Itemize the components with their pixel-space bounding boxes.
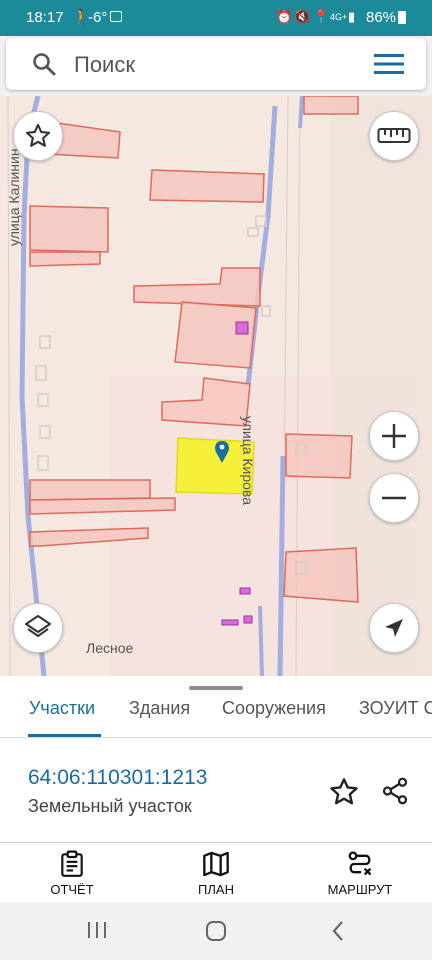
locate-icon: [385, 619, 403, 637]
street-label-kirova: улица Кирова: [240, 416, 256, 505]
back-icon[interactable]: [330, 920, 346, 947]
tab-zouit[interactable]: ЗОУИТ С: [359, 698, 432, 719]
status-bar: 18:17 🚶 -6° ⏰ 🔇 📍 4G+ ▮ 86%: [0, 0, 432, 36]
mute-icon: 🔇: [294, 9, 311, 24]
action-bar: ОТЧЁТ ПЛАН МАРШРУТ: [0, 844, 432, 902]
locate-button[interactable]: [369, 603, 419, 653]
sheet-divider: [0, 842, 432, 843]
report-label: ОТЧЁТ: [50, 882, 94, 897]
alarm-icon: ⏰: [276, 9, 293, 24]
parcel-favorite-button[interactable]: [328, 776, 360, 813]
route-icon: [348, 851, 372, 876]
status-temperature: -6°: [88, 9, 108, 26]
map-plan-icon: [203, 851, 229, 877]
route-label: МАРШРУТ: [327, 882, 393, 897]
share-icon: [382, 777, 408, 805]
report-icon: [61, 850, 83, 877]
parcel-share-button[interactable]: [380, 776, 410, 811]
sheet-grab-handle[interactable]: [189, 686, 243, 690]
zoom-in-icon: [382, 424, 406, 448]
layers-icon: [25, 615, 51, 637]
star-icon: [25, 123, 51, 147]
report-button[interactable]: ОТЧЁТ: [12, 850, 132, 897]
layers-button[interactable]: [13, 603, 63, 653]
street-label-kalinina: улица Калинин: [6, 148, 22, 246]
search-bar[interactable]: Поиск: [6, 38, 426, 90]
parcel-type: Земельный участок: [28, 796, 192, 816]
battery-percent: 86%: [366, 9, 397, 26]
location-icon: 📍: [313, 9, 330, 24]
star-icon: [330, 778, 358, 805]
favorite-button[interactable]: [13, 111, 63, 161]
network-label: 4G+: [330, 12, 348, 22]
zoom-in-button[interactable]: [369, 411, 419, 461]
ruler-icon: [377, 128, 411, 143]
image-notification-icon: [110, 11, 122, 22]
battery-icon: [398, 11, 406, 24]
map-canvas: [0, 96, 432, 676]
tab-sooruzheniya[interactable]: Сооружения: [222, 698, 326, 719]
recent-apps-icon[interactable]: [86, 920, 108, 945]
status-time: 18:17: [26, 9, 64, 26]
map-view[interactable]: улица Калинин улица Кирова Лесное: [0, 96, 432, 676]
menu-icon[interactable]: [374, 52, 404, 81]
system-nav-bar: [0, 902, 432, 960]
road-kirova-south: [277, 455, 286, 676]
home-icon[interactable]: [205, 920, 227, 947]
tab-zdaniya[interactable]: Здания: [129, 698, 190, 719]
search-icon[interactable]: [32, 52, 56, 81]
place-label-lesnoe: Лесное: [86, 640, 134, 656]
tab-uchastki[interactable]: Участки: [29, 698, 95, 719]
signal-icon: ▮: [348, 9, 356, 24]
tab-divider: [0, 737, 432, 738]
tab-bar: Участки Здания Сооружения ЗОУИТ С: [0, 694, 432, 738]
search-input[interactable]: Поиск: [74, 52, 135, 78]
plan-button[interactable]: ПЛАН: [156, 850, 276, 897]
route-button[interactable]: МАРШРУТ: [300, 850, 420, 897]
ruler-button[interactable]: [369, 111, 419, 161]
plan-label: ПЛАН: [198, 882, 234, 897]
parcel-cadastral-number[interactable]: 64:06:110301:1213: [28, 766, 207, 790]
zoom-out-button[interactable]: [369, 473, 419, 523]
zoom-out-icon: [382, 496, 406, 500]
